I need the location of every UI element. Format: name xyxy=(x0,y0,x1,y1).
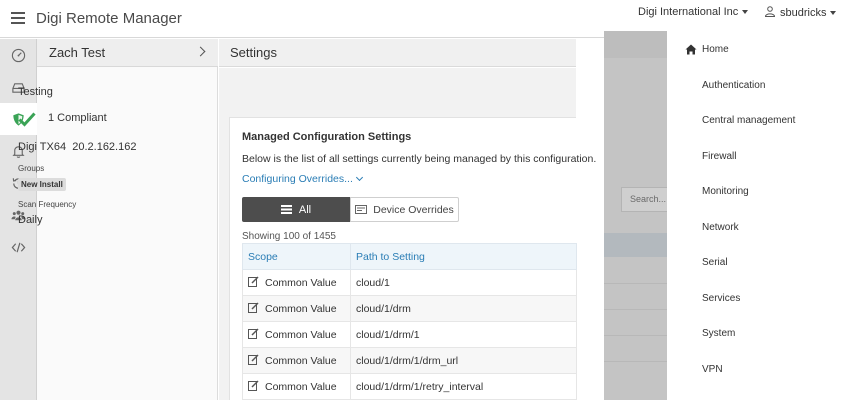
backdrop-table-header xyxy=(604,233,667,257)
home-icon xyxy=(685,44,697,55)
organization-dropdown[interactable]: Digi International Inc xyxy=(638,6,749,18)
tab-device-overrides-label: Device Overrides xyxy=(373,203,454,216)
menu-item-serial[interactable]: Serial xyxy=(702,257,728,268)
path-cell: cloud/1/drm xyxy=(350,295,577,322)
scope-value: Common Value xyxy=(265,381,337,393)
path-cell: cloud/1/drm/1/drm_url xyxy=(350,347,577,374)
hamburger-menu-icon[interactable] xyxy=(11,12,25,24)
code-icon[interactable] xyxy=(0,231,37,263)
card-description: Below is the list of all settings curren… xyxy=(242,153,597,165)
scope-cell: Common Value xyxy=(242,321,351,348)
username-label: sbudricks xyxy=(780,7,827,19)
scope-value: Common Value xyxy=(265,303,337,315)
scope-cell: Common Value xyxy=(242,373,351,400)
edit-icon[interactable] xyxy=(248,354,259,365)
table-row[interactable]: Common Value cloud/1/drm xyxy=(242,295,577,322)
menu-item-monitoring[interactable]: Monitoring xyxy=(702,186,749,197)
column-header-path[interactable]: Path to Setting xyxy=(350,243,577,270)
group-badge: New Install xyxy=(18,178,66,191)
scope-cell: Common Value xyxy=(242,295,351,322)
scan-frequency-value: Daily xyxy=(18,214,43,226)
menu-item-services[interactable]: Services xyxy=(702,293,740,304)
configuring-overrides-link[interactable]: Configuring Overrides... xyxy=(242,173,363,185)
device-model: Digi TX64 xyxy=(18,141,67,153)
menu-item-network[interactable]: Network xyxy=(702,222,739,233)
column-header-scope[interactable]: Scope xyxy=(242,243,351,270)
menu-item-system[interactable]: System xyxy=(702,328,735,339)
scope-value: Common Value xyxy=(265,355,337,367)
menu-item-label: Home xyxy=(702,44,729,55)
scope-value: Common Value xyxy=(265,329,337,341)
user-icon xyxy=(764,6,776,17)
settings-side-menu: Home Authentication Central management F… xyxy=(667,31,850,400)
menu-item-home[interactable]: Home xyxy=(685,44,729,55)
backdrop-divider xyxy=(604,283,667,284)
scope-cell: Common Value xyxy=(242,347,351,374)
settings-header: Settings xyxy=(219,39,576,67)
menu-item-firewall[interactable]: Firewall xyxy=(702,151,736,162)
dashboard-icon[interactable] xyxy=(0,39,37,71)
showing-count: Showing 100 of 1455 xyxy=(242,231,336,242)
path-cell: cloud/1/drm/1 xyxy=(350,321,577,348)
scan-frequency-label: Scan Frequency xyxy=(18,200,77,209)
app-title: Digi Remote Manager xyxy=(36,10,182,27)
backdrop-divider xyxy=(604,309,667,310)
backdrop-divider xyxy=(604,335,667,336)
caret-down-icon xyxy=(742,10,749,15)
organization-label: Digi International Inc xyxy=(638,6,739,18)
backdrop-content xyxy=(604,58,667,400)
table-row[interactable]: Common Value cloud/1 xyxy=(242,269,577,296)
managed-settings-card: Managed Configuration Settings Below is … xyxy=(229,117,596,400)
device-panel: Zach Test xyxy=(37,39,218,400)
caret-down-icon xyxy=(830,11,837,16)
table-row[interactable]: Common Value cloud/1/drm/1/retry_interva… xyxy=(242,373,577,400)
device-panel-header[interactable]: Zach Test xyxy=(37,39,218,67)
edit-icon[interactable] xyxy=(248,380,259,391)
device-type: Digi TX64 20.2.162.162 xyxy=(18,141,136,153)
device-name: Zach Test xyxy=(49,45,106,60)
menu-item-central-management[interactable]: Central management xyxy=(702,115,795,126)
tab-device-overrides[interactable]: Device Overrides xyxy=(350,197,459,222)
device-overrides-icon xyxy=(355,205,368,214)
tab-all[interactable]: All xyxy=(242,197,350,222)
menu-item-vpn[interactable]: VPN xyxy=(702,364,723,375)
backdrop-divider xyxy=(604,361,667,362)
tab-all-label: All xyxy=(298,203,312,216)
edit-icon[interactable] xyxy=(248,276,259,287)
path-cell: cloud/1 xyxy=(350,269,577,296)
checkmark-icon xyxy=(18,112,36,127)
scope-cell: Common Value xyxy=(242,269,351,296)
groups-label: Groups xyxy=(18,164,45,173)
table-header-row: Scope Path to Setting xyxy=(242,243,577,270)
backdrop-search-input: Search... xyxy=(621,187,667,212)
user-dropdown[interactable]: sbudricks xyxy=(764,6,837,19)
menu-item-authentication[interactable]: Authentication xyxy=(702,80,765,91)
scope-value: Common Value xyxy=(265,277,337,289)
configuration-name: Testing xyxy=(18,86,53,98)
table-row[interactable]: Common Value cloud/1/drm/1 xyxy=(242,321,577,348)
settings-title: Settings xyxy=(230,45,277,60)
table-row[interactable]: Common Value cloud/1/drm/1/drm_url xyxy=(242,347,577,374)
chevron-right-icon[interactable] xyxy=(195,46,206,57)
list-icon xyxy=(280,205,292,214)
overrides-link-label: Configuring Overrides... xyxy=(242,173,353,185)
compliance-status: 1 Compliant xyxy=(48,112,107,124)
settings-table: Scope Path to Setting Common Value cloud… xyxy=(242,243,577,400)
edit-icon[interactable] xyxy=(248,302,259,313)
edit-icon[interactable] xyxy=(248,328,259,339)
card-title: Managed Configuration Settings xyxy=(242,131,412,143)
chevron-down-icon xyxy=(355,173,363,182)
device-version: 20.2.162.162 xyxy=(72,141,137,153)
path-cell: cloud/1/drm/1/retry_interval xyxy=(350,373,577,400)
